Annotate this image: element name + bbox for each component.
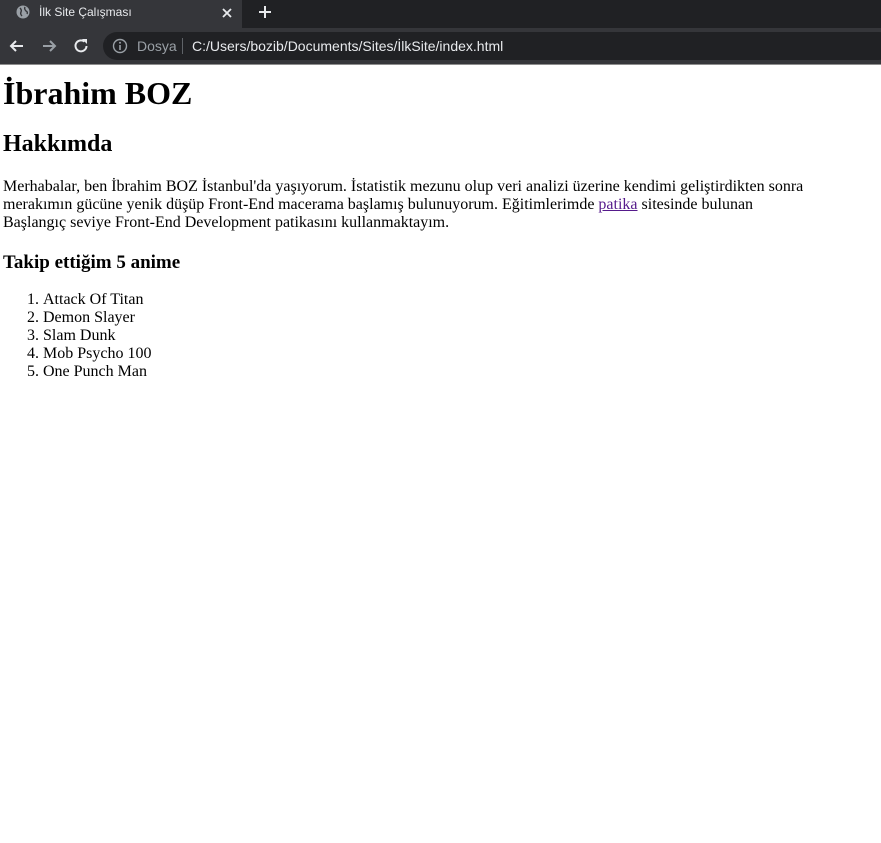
tab-strip: İlk Site Çalışması xyxy=(0,0,881,28)
info-icon[interactable] xyxy=(112,38,128,54)
list-item: Attack Of Titan xyxy=(43,291,151,309)
patika-link[interactable]: patika xyxy=(598,196,637,213)
page-content: İbrahim BOZ Hakkımda Merhabalar, ben İbr… xyxy=(0,65,881,843)
url-text[interactable]: C:/Users/bozib/Documents/Sites/İlkSite/i… xyxy=(192,38,503,54)
address-bar[interactable]: Dosya C:/Users/bozib/Documents/Sites/İlk… xyxy=(103,32,881,60)
arrow-left-icon[interactable] xyxy=(7,36,27,56)
scheme-label: Dosya xyxy=(137,38,177,54)
list-item: Mob Psycho 100 xyxy=(43,345,151,363)
browser-toolbar: Dosya C:/Users/bozib/Documents/Sites/İlk… xyxy=(0,28,881,64)
about-paragraph: Merhabalar, ben İbrahim BOZ İstanbul'da … xyxy=(3,178,818,232)
anime-heading: Takip ettiğim 5 anime xyxy=(3,252,181,273)
arrow-right-icon[interactable] xyxy=(39,36,59,56)
list-item: Demon Slayer xyxy=(43,309,151,327)
globe-icon xyxy=(16,5,30,19)
about-heading: Hakkımda xyxy=(3,131,113,157)
page-title: İbrahim BOZ xyxy=(3,75,193,111)
browser-tab[interactable]: İlk Site Çalışması xyxy=(0,0,242,28)
omnibox-divider xyxy=(182,38,183,54)
plus-icon[interactable] xyxy=(255,2,275,22)
reload-icon[interactable] xyxy=(71,36,91,56)
anime-list: Attack Of Titan Demon Slayer Slam Dunk M… xyxy=(3,291,151,381)
tab-title: İlk Site Çalışması xyxy=(39,5,132,19)
list-item: Slam Dunk xyxy=(43,327,151,345)
close-icon[interactable] xyxy=(218,4,236,22)
list-item: One Punch Man xyxy=(43,363,151,381)
